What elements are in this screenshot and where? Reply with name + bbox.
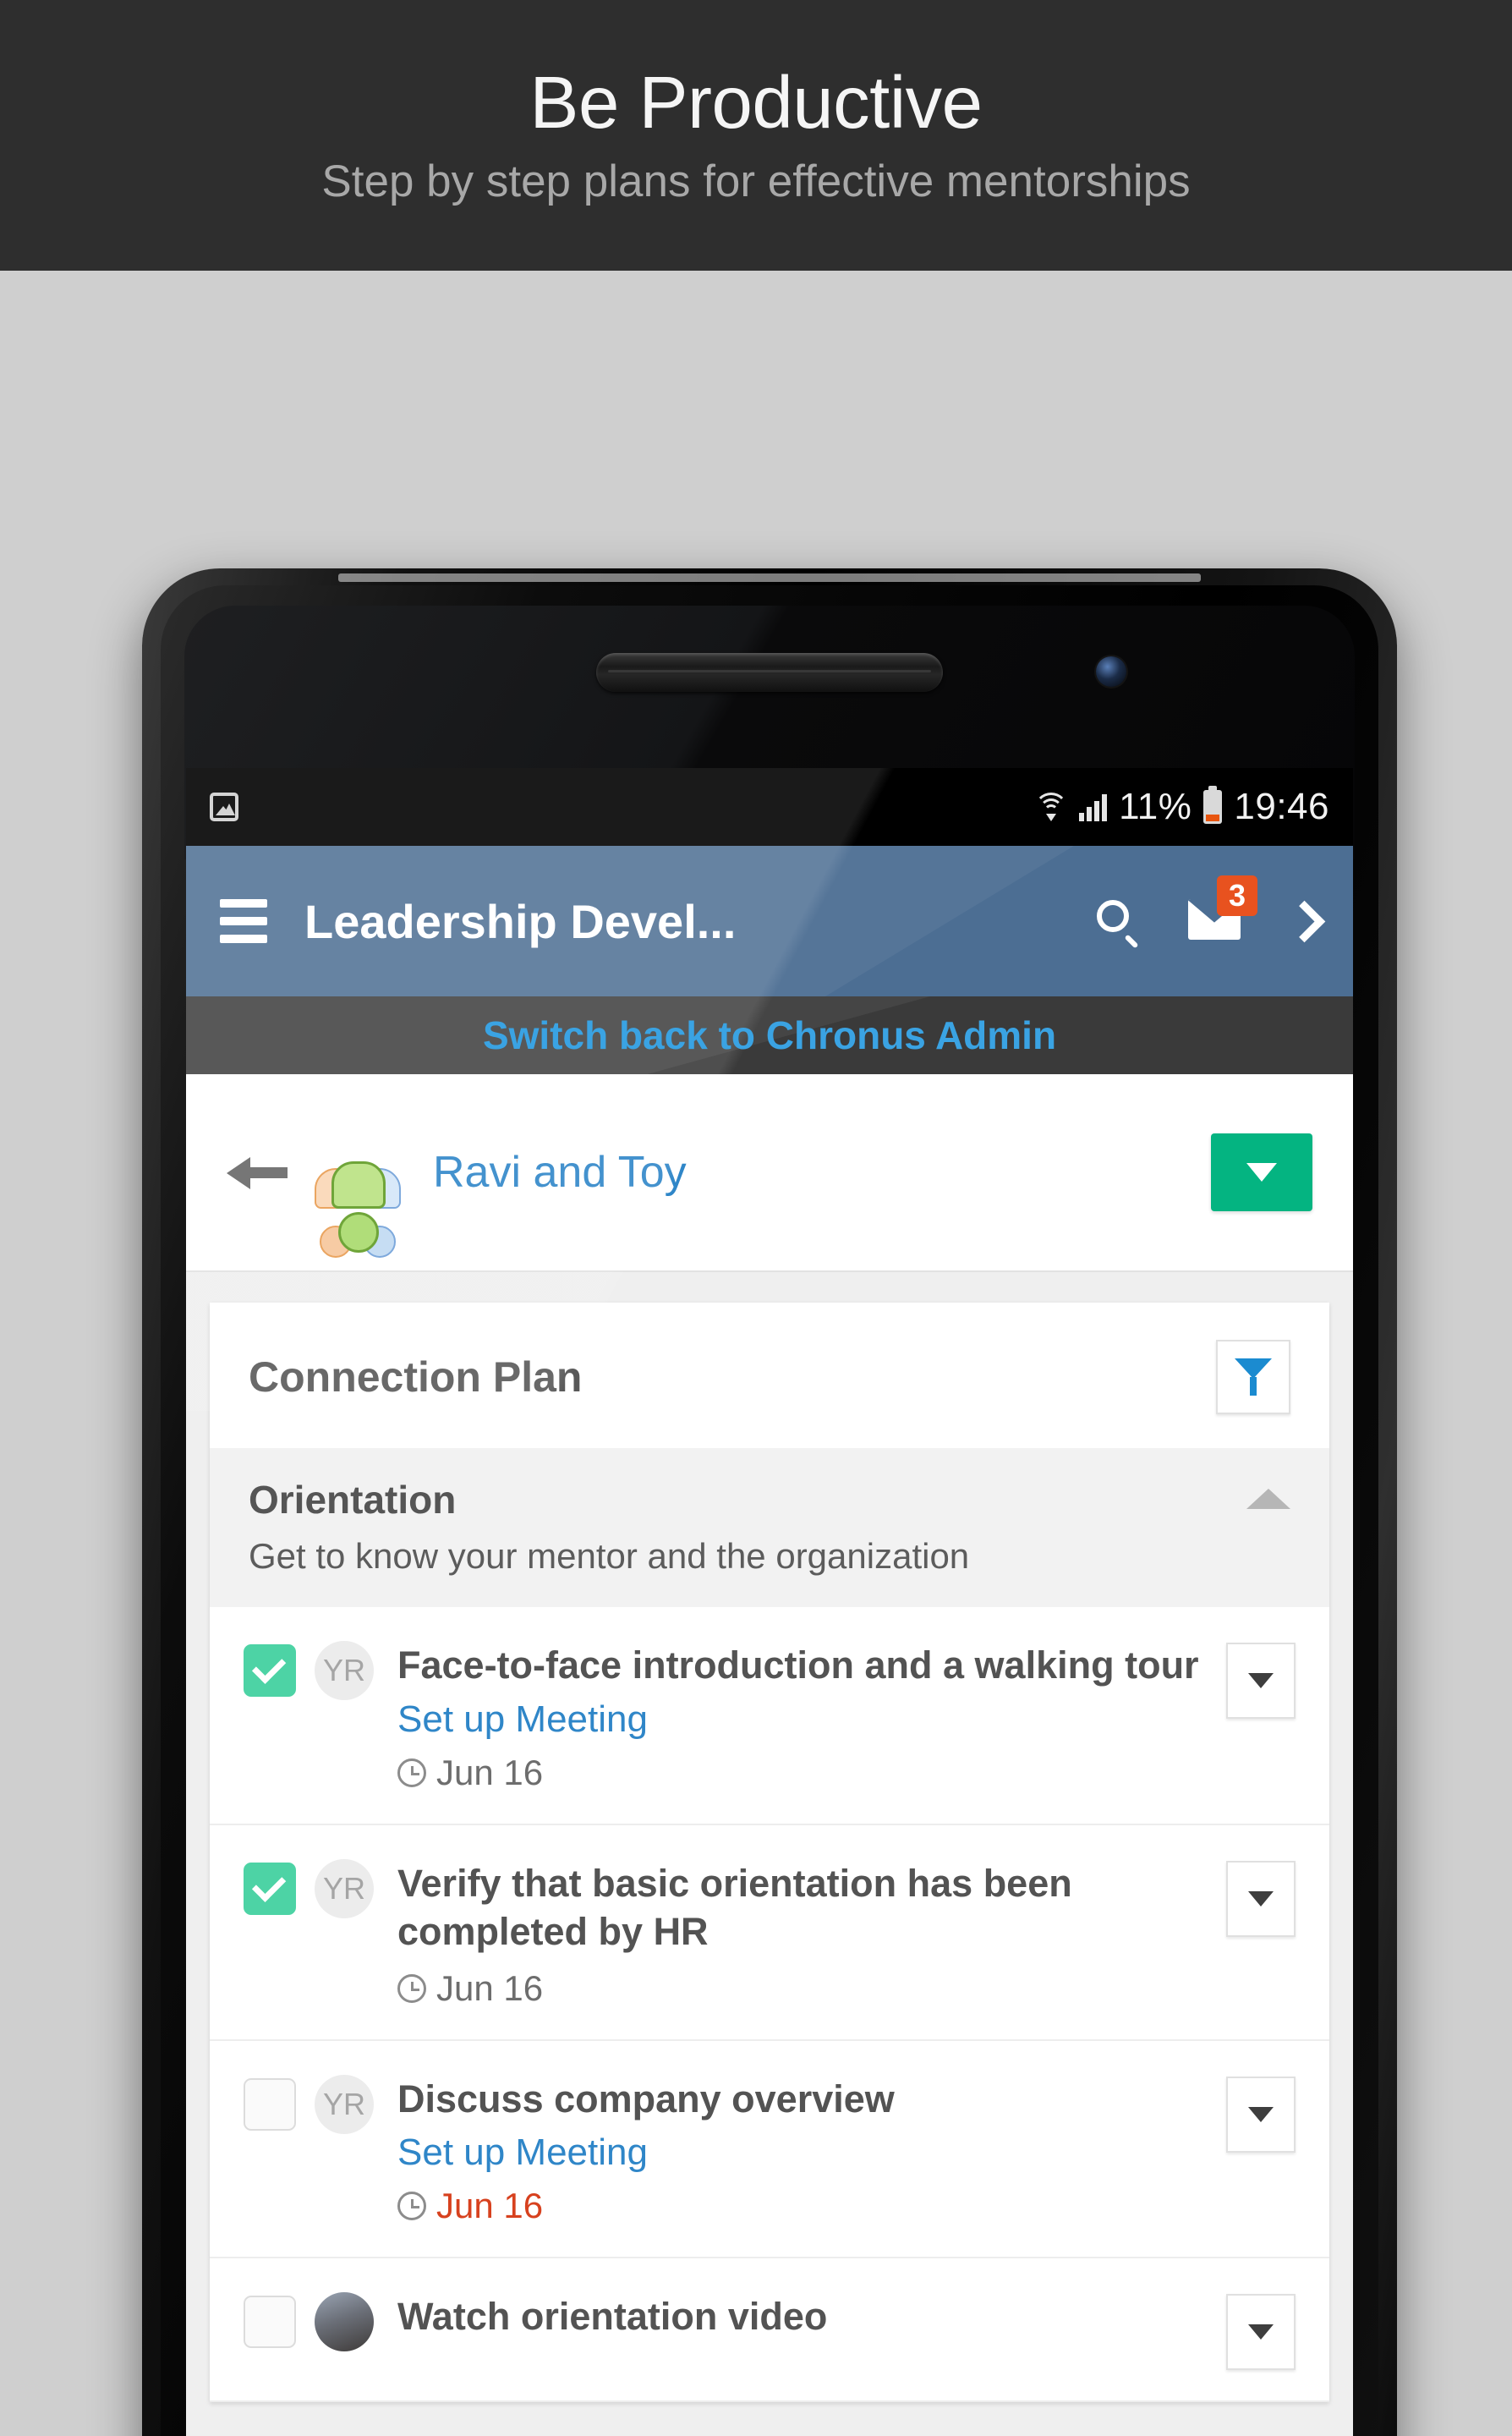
connection-name-link[interactable]: Ravi and Toy xyxy=(433,1147,687,1198)
task-date-label: Jun 16 xyxy=(436,2186,544,2226)
section-texts: Orientation Get to know your mentor and … xyxy=(249,1477,1246,1577)
task-title: Discuss company overview xyxy=(397,2077,895,2121)
clock-icon xyxy=(397,2192,426,2221)
task-action-link[interactable]: Set up Meeting xyxy=(397,2132,648,2174)
connection-actions-dropdown[interactable] xyxy=(1211,1133,1312,1211)
phone-top-seam xyxy=(338,573,1201,582)
clock-icon xyxy=(397,1758,426,1787)
switch-back-bar[interactable]: Switch back to Chronus Admin xyxy=(186,996,1353,1074)
table-row[interactable]: Watch orientation video xyxy=(210,2258,1329,2403)
table-row[interactable]: YR Face-to-face introduction and a walki… xyxy=(210,1607,1329,1825)
caret-down-icon xyxy=(1248,2324,1274,2340)
task-date-label: Jun 16 xyxy=(436,1752,544,1792)
status-bar: 11% 19:46 xyxy=(186,768,1353,846)
task-checkbox[interactable] xyxy=(244,1644,296,1697)
chevron-right-icon[interactable] xyxy=(1283,900,1326,942)
status-bar-left xyxy=(210,793,238,821)
task-checkbox[interactable] xyxy=(244,2296,296,2349)
page-body: Connection Plan Orientation Get to know … xyxy=(186,1272,1353,2436)
card-header: Connection Plan xyxy=(210,1303,1329,1448)
search-icon[interactable] xyxy=(1097,900,1139,942)
earpiece-speaker-icon xyxy=(596,653,943,692)
task-checkbox[interactable] xyxy=(244,2077,296,2131)
card-title: Connection Plan xyxy=(249,1353,583,1401)
image-icon xyxy=(210,793,238,821)
promo-subtitle: Step by step plans for effective mentors… xyxy=(321,156,1191,206)
task-title: Face-to-face introduction and a walking … xyxy=(397,1643,1199,1687)
task-content: Watch orientation video xyxy=(397,2292,1204,2341)
clock-icon xyxy=(397,1973,426,2003)
task-menu-button[interactable] xyxy=(1226,2294,1296,2371)
caret-down-icon xyxy=(1248,1673,1274,1688)
caret-down-icon xyxy=(1248,1890,1274,1907)
section-header-orientation[interactable]: Orientation Get to know your mentor and … xyxy=(210,1448,1329,1607)
task-due-date: Jun 16 xyxy=(397,1968,1204,2009)
front-camera-icon xyxy=(1096,656,1126,687)
cellular-signal-icon xyxy=(1079,793,1108,821)
switch-back-label: Switch back to Chronus Admin xyxy=(482,1013,1057,1057)
task-content: Verify that basic orientation has been c… xyxy=(397,1859,1204,2009)
clock-label: 19:46 xyxy=(1234,786,1329,827)
page-title: Leadership Devel... xyxy=(304,894,737,948)
promo-banner: Be Productive Step by step plans for eff… xyxy=(0,0,1512,271)
app-bar: Leadership Devel... 3 xyxy=(186,846,1353,996)
task-due-date: Jun 16 xyxy=(397,2186,1204,2226)
task-title: Verify that basic orientation has been c… xyxy=(397,1861,1072,1954)
hamburger-menu-icon[interactable] xyxy=(220,899,267,943)
promo-title: Be Productive xyxy=(529,62,983,145)
task-menu-button[interactable] xyxy=(1226,1643,1296,1719)
chevron-up-icon[interactable] xyxy=(1246,1489,1290,1509)
task-title: Watch orientation video xyxy=(397,2295,828,2339)
mail-button[interactable]: 3 xyxy=(1188,875,1257,943)
battery-icon xyxy=(1203,790,1223,824)
caret-down-icon xyxy=(1246,1163,1277,1182)
task-action-link[interactable]: Set up Meeting xyxy=(397,1698,648,1741)
task-menu-button[interactable] xyxy=(1226,1860,1296,1937)
task-content: Discuss company overview Set up Meeting … xyxy=(397,2075,1204,2227)
avatar: YR xyxy=(315,1858,374,1918)
avatar: YR xyxy=(315,1641,374,1700)
task-date-label: Jun 16 xyxy=(436,1967,544,2008)
back-arrow-icon[interactable] xyxy=(227,1149,288,1196)
screenshot-root: Be Productive Step by step plans for eff… xyxy=(0,0,1512,2436)
phone-device: 11% 19:46 Leadership Devel... 3 Switch b… xyxy=(142,568,1397,2436)
mail-badge-count: 3 xyxy=(1217,875,1257,916)
caret-down-icon xyxy=(1248,2106,1274,2122)
task-menu-button[interactable] xyxy=(1226,2076,1296,2153)
group-people-icon xyxy=(315,1136,401,1258)
task-content: Face-to-face introduction and a walking … xyxy=(397,1641,1204,1793)
status-bar-right: 11% 19:46 xyxy=(1034,786,1329,828)
task-due-date: Jun 16 xyxy=(397,1753,1204,1793)
connection-plan-card: Connection Plan Orientation Get to know … xyxy=(210,1303,1329,2403)
wifi-icon xyxy=(1034,793,1069,821)
avatar xyxy=(315,2292,374,2352)
section-description: Get to know your mentor and the organiza… xyxy=(249,1536,970,1576)
task-checkbox[interactable] xyxy=(244,1862,296,1915)
section-title: Orientation xyxy=(249,1478,457,1522)
filter-button[interactable] xyxy=(1216,1340,1290,1414)
phone-screen: 11% 19:46 Leadership Devel... 3 Switch b… xyxy=(186,768,1353,2436)
app-bar-actions: 3 xyxy=(1097,875,1326,943)
connection-header: Ravi and Toy xyxy=(186,1074,1353,1272)
table-row[interactable]: YR Discuss company overview Set up Meeti… xyxy=(210,2040,1329,2259)
battery-percent-label: 11% xyxy=(1119,786,1192,827)
avatar: YR xyxy=(315,2074,374,2134)
table-row[interactable]: YR Verify that basic orientation has bee… xyxy=(210,1824,1329,2041)
